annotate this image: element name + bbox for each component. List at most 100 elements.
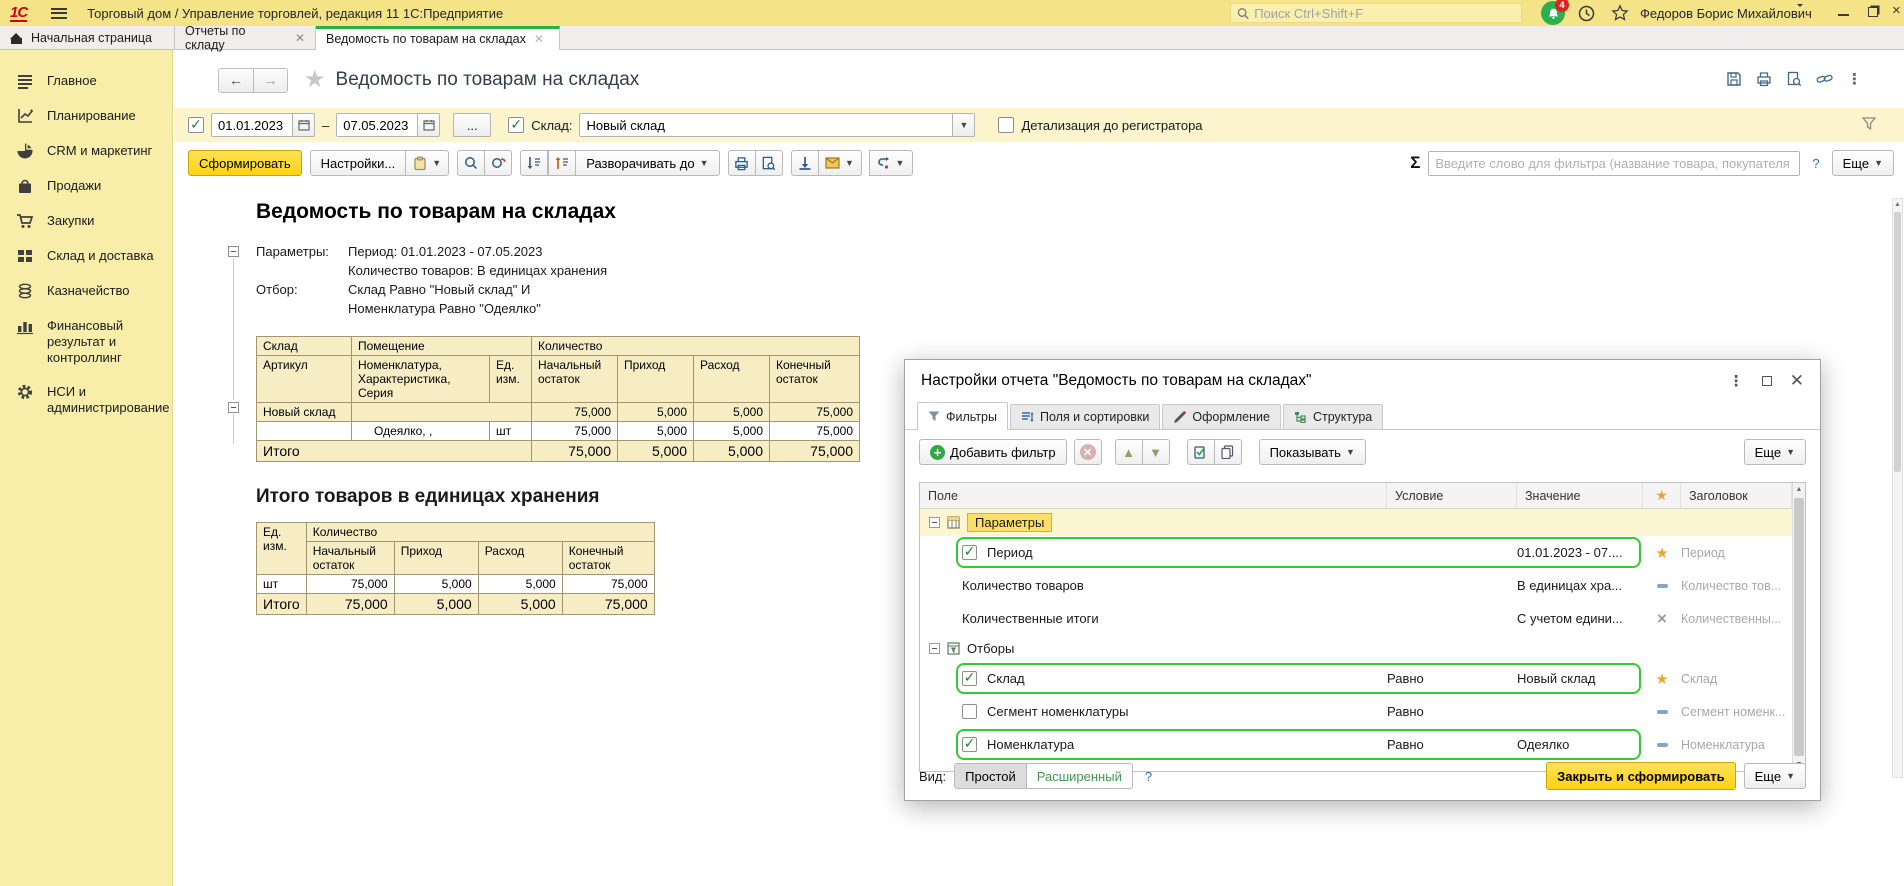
star-marker-icon[interactable]: ★ — [1655, 544, 1668, 562]
favorites-button[interactable] — [1610, 3, 1630, 23]
close-tab-icon[interactable]: ✕ — [295, 31, 305, 45]
global-search[interactable] — [1230, 3, 1522, 23]
collapse-icon[interactable] — [929, 643, 940, 654]
preview-button[interactable] — [755, 150, 783, 176]
collapse-groups-button[interactable] — [520, 150, 548, 176]
quick-filter-input[interactable] — [1428, 151, 1800, 176]
print-button[interactable] — [728, 150, 756, 176]
copy-button[interactable] — [1214, 439, 1242, 465]
settings-button[interactable]: Настройки... — [310, 150, 407, 176]
move-down-button[interactable]: ▼ — [1142, 439, 1170, 465]
group-row-parameters[interactable]: Параметры — [920, 509, 1792, 536]
current-user[interactable]: Федоров Борис Михайлович — [1640, 6, 1812, 21]
column-header-star-icon[interactable]: ★ — [1643, 483, 1681, 508]
column-header[interactable]: Заголовок — [1681, 483, 1792, 508]
star-marker-icon[interactable]: ★ — [1655, 670, 1668, 688]
tab-home[interactable]: Начальная страница — [0, 26, 175, 50]
forward-button[interactable]: → — [253, 69, 287, 92]
remove-filter-button[interactable]: ✕ — [1074, 439, 1102, 465]
period-variants-button[interactable]: ... — [453, 113, 491, 137]
warehouse-input[interactable] — [579, 113, 953, 137]
settings-variants-button[interactable]: ▼ — [405, 150, 449, 176]
warehouse-checkbox[interactable] — [508, 117, 524, 133]
collapse-icon[interactable] — [929, 517, 940, 528]
calendar-button[interactable] — [418, 113, 440, 137]
link-icon[interactable] — [1816, 71, 1833, 87]
total-row[interactable]: Итого 75,000 5,000 5,000 75,000 — [257, 441, 860, 462]
filter-row-goods-count[interactable]: Количество товаров В единицах хра... Кол… — [920, 569, 1792, 602]
scroll-thumb[interactable] — [1894, 212, 1901, 472]
window-close-button[interactable]: × — [1892, 2, 1901, 19]
dialog-menu-icon[interactable]: ⋮ — [1729, 372, 1744, 390]
sidebar-item-main[interactable]: Главное — [0, 64, 172, 99]
window-minimize-button[interactable] — [1838, 14, 1849, 16]
table-row[interactable]: Одеялко, , шт 75,000 5,000 5,000 75,000 — [257, 422, 860, 441]
group-row-selections[interactable]: Отборы — [920, 635, 1792, 662]
save-icon[interactable] — [1726, 71, 1742, 87]
filter-settings-button[interactable] — [1862, 117, 1876, 133]
filter-row-period[interactable]: Период 01.01.2023 - 07.... ★ Период — [920, 536, 1792, 569]
column-header[interactable]: Поле — [920, 483, 1387, 508]
show-button[interactable]: Показывать ▼ — [1259, 439, 1366, 465]
move-up-button[interactable]: ▲ — [1115, 439, 1143, 465]
scroll-thumb[interactable] — [1794, 498, 1804, 756]
view-simple-button[interactable]: Простой — [954, 763, 1027, 789]
dash-marker-icon[interactable] — [1657, 710, 1668, 714]
close-and-generate-button[interactable]: Закрыть и сформировать — [1546, 762, 1736, 790]
sidebar-item-sales[interactable]: Продажи — [0, 169, 172, 204]
window-restore-button[interactable] — [1868, 7, 1878, 17]
table-row[interactable]: шт 75,000 5,000 5,000 75,000 — [257, 575, 655, 594]
sidebar-item-warehouse[interactable]: Склад и доставка — [0, 239, 172, 274]
more-actions-icon[interactable]: ⋮ — [1847, 70, 1862, 88]
save-result-button[interactable] — [791, 150, 819, 176]
row-checkbox[interactable] — [962, 704, 977, 719]
table-row[interactable]: Новый склад 75,000 5,000 5,000 75,000 — [257, 403, 860, 422]
filter-row-warehouse[interactable]: Склад Равно Новый склад ★ Склад — [920, 662, 1792, 695]
footer-more-button[interactable]: Еще ▼ — [1744, 763, 1806, 789]
expand-to-button[interactable]: Разворачивать до ▼ — [575, 150, 719, 176]
dialog-maximize-button[interactable] — [1762, 376, 1772, 386]
dialog-help-link[interactable]: ? — [1145, 769, 1152, 784]
sidebar-item-purchases[interactable]: Закупки — [0, 204, 172, 239]
tab-filters[interactable]: Фильтры — [917, 402, 1008, 430]
more-button[interactable]: Еще ▼ — [1832, 150, 1894, 176]
period-checkbox[interactable] — [188, 117, 204, 133]
grid-scrollbar[interactable]: ▲ ▼ — [1792, 483, 1805, 771]
tab-fields-sorting[interactable]: Поля и сортировки — [1010, 404, 1160, 429]
main-menu-icon[interactable] — [51, 8, 67, 19]
date-to-input[interactable] — [336, 113, 418, 137]
help-link[interactable]: ? — [1812, 156, 1819, 171]
x-marker-icon[interactable]: × — [1657, 611, 1667, 626]
filter-row-segment[interactable]: Сегмент номенклатуры Равно Сегмент номен… — [920, 695, 1792, 728]
row-checkbox[interactable] — [962, 737, 977, 752]
sidebar-item-planning[interactable]: Планирование — [0, 99, 172, 134]
date-from-input[interactable] — [211, 113, 293, 137]
scroll-up-icon[interactable]: ▲ — [1893, 199, 1902, 210]
dropdown-button[interactable]: ▼ — [953, 113, 975, 137]
sidebar-item-finance[interactable]: Финансовый результат и контроллинг — [0, 309, 172, 375]
back-button[interactable]: ← — [219, 69, 253, 92]
content-scrollbar[interactable]: ▲ — [1892, 198, 1903, 778]
row-checkbox[interactable] — [962, 545, 977, 560]
sidebar-item-treasury[interactable]: Казначейство — [0, 274, 172, 309]
detail-checkbox[interactable] — [998, 117, 1014, 133]
send-button[interactable]: ▼ — [818, 150, 862, 176]
calendar-button[interactable] — [293, 113, 315, 137]
notifications-button[interactable]: 4 — [1541, 1, 1565, 25]
print-preview-icon[interactable] — [1786, 71, 1802, 87]
view-advanced-button[interactable]: Расширенный — [1026, 763, 1133, 789]
find-button[interactable] — [457, 150, 485, 176]
close-tab-icon[interactable]: ✕ — [534, 32, 544, 46]
history-button[interactable] — [1576, 3, 1596, 23]
generate-button[interactable]: Сформировать — [188, 150, 302, 176]
cancel-search-button[interactable] — [484, 150, 512, 176]
check-all-button[interactable] — [1187, 439, 1215, 465]
dash-marker-icon[interactable] — [1657, 584, 1668, 588]
dialog-more-button[interactable]: Еще ▼ — [1744, 439, 1806, 465]
sidebar-item-admin[interactable]: НСИ и администрирование — [0, 375, 172, 425]
scroll-up-icon[interactable]: ▲ — [1793, 483, 1805, 496]
tab-appearance[interactable]: Оформление — [1162, 404, 1281, 429]
tab-structure[interactable]: Структура — [1283, 404, 1383, 429]
tab-goods-statement[interactable]: Ведомость по товарам на складах ✕ — [316, 26, 560, 50]
row-checkbox[interactable] — [962, 671, 977, 686]
